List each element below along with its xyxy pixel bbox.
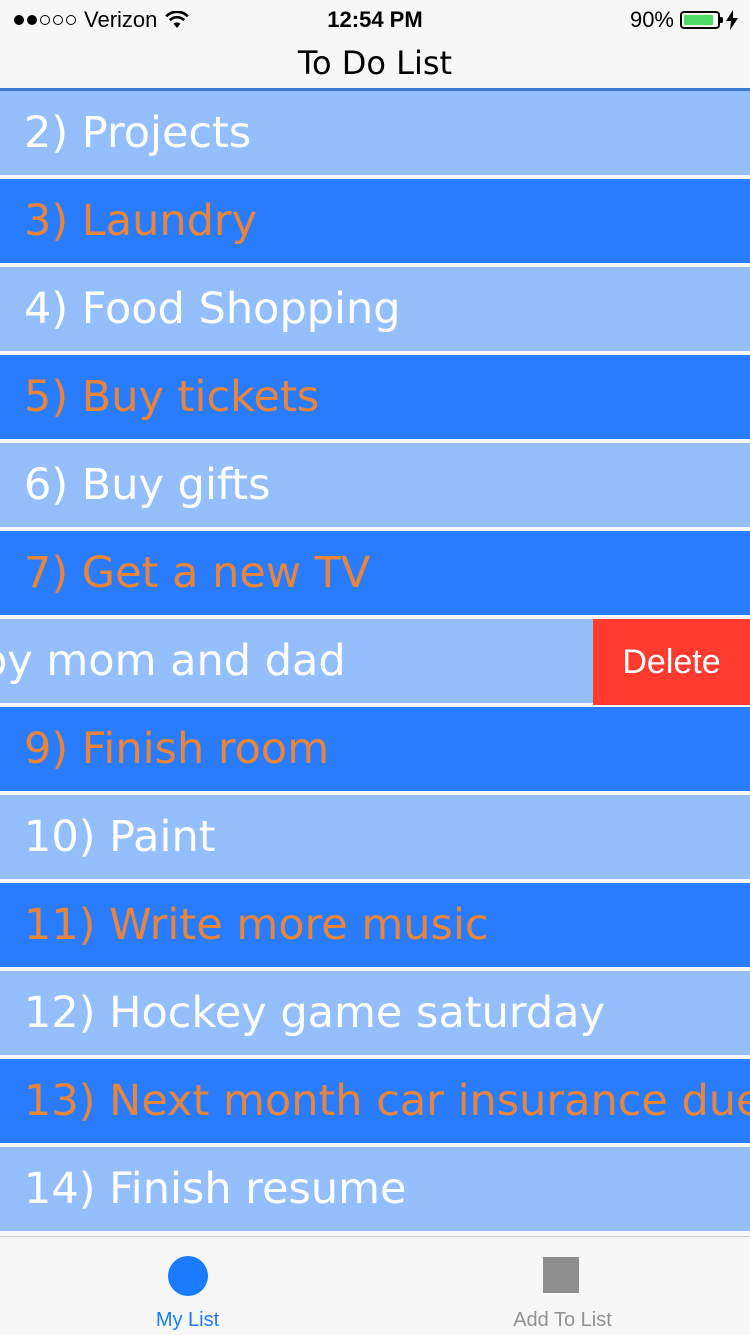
list-item[interactable]: 2) Projects	[0, 91, 750, 177]
tab-label: Add To List	[513, 1309, 612, 1331]
delete-button[interactable]: Delete	[593, 619, 750, 705]
battery-tip	[720, 17, 723, 23]
tab-label: My List	[155, 1309, 220, 1331]
list-item[interactable]: 5) Buy tickets	[0, 355, 750, 441]
list-item-label: 3) Laundry	[24, 196, 258, 246]
battery-icon	[680, 11, 723, 29]
list-item-label: 7) Get a new TV	[24, 548, 371, 598]
tab-add-to-list[interactable]: Add To List	[375, 1237, 750, 1335]
list-item[interactable]: 14) Finish resume	[0, 1147, 750, 1233]
list-item-label: 9) Finish room	[24, 724, 330, 774]
charging-bolt-icon	[726, 10, 738, 30]
page-title: To Do List	[297, 44, 453, 82]
list-item[interactable]: 4) Food Shopping	[0, 267, 750, 353]
battery-fill	[684, 15, 713, 25]
list-item[interactable]: 9) Finish room	[0, 707, 750, 793]
list-item-label: 5) Buy tickets	[24, 372, 320, 422]
list-item-label: 6) Buy gifts	[24, 460, 271, 510]
list-item-label: by mom and dad	[0, 636, 346, 686]
list-item[interactable]: 3) Laundry	[0, 179, 750, 265]
list-item-label: 4) Food Shopping	[24, 284, 401, 334]
status-bar: Verizon 12:54 PM 90%	[0, 0, 750, 40]
list-item[interactable]: 10) Paint	[0, 795, 750, 881]
square-icon	[543, 1257, 579, 1293]
list-item-label: 2) Projects	[24, 108, 252, 158]
todo-list[interactable]: 2) Projects 3) Laundry 4) Food Shopping …	[0, 91, 750, 1236]
list-item-label: 10) Paint	[24, 812, 216, 862]
list-item[interactable]: 7) Get a new TV	[0, 531, 750, 617]
list-item[interactable]: 12) Hockey game saturday	[0, 971, 750, 1057]
tab-my-list[interactable]: My List	[0, 1237, 375, 1335]
list-item-label: 11) Write more music	[24, 900, 489, 950]
circle-icon	[168, 1256, 208, 1296]
navigation-bar: To Do List	[0, 40, 750, 91]
battery-percent: 90%	[629, 7, 674, 32]
list-item[interactable]: 6) Buy gifts	[0, 443, 750, 529]
list-item[interactable]: 13) Next month car insurance due	[0, 1059, 750, 1145]
tab-bar: My List Add To List	[0, 1236, 750, 1335]
list-item-label: 13) Next month car insurance due	[24, 1076, 750, 1126]
status-right: 90%	[630, 7, 738, 33]
list-item-label: 12) Hockey game saturday	[24, 988, 605, 1038]
list-item-swiped[interactable]: by mom and dad Delete	[0, 619, 750, 705]
list-item[interactable]: 11) Write more music	[0, 883, 750, 969]
list-item-label: 14) Finish resume	[24, 1164, 407, 1214]
